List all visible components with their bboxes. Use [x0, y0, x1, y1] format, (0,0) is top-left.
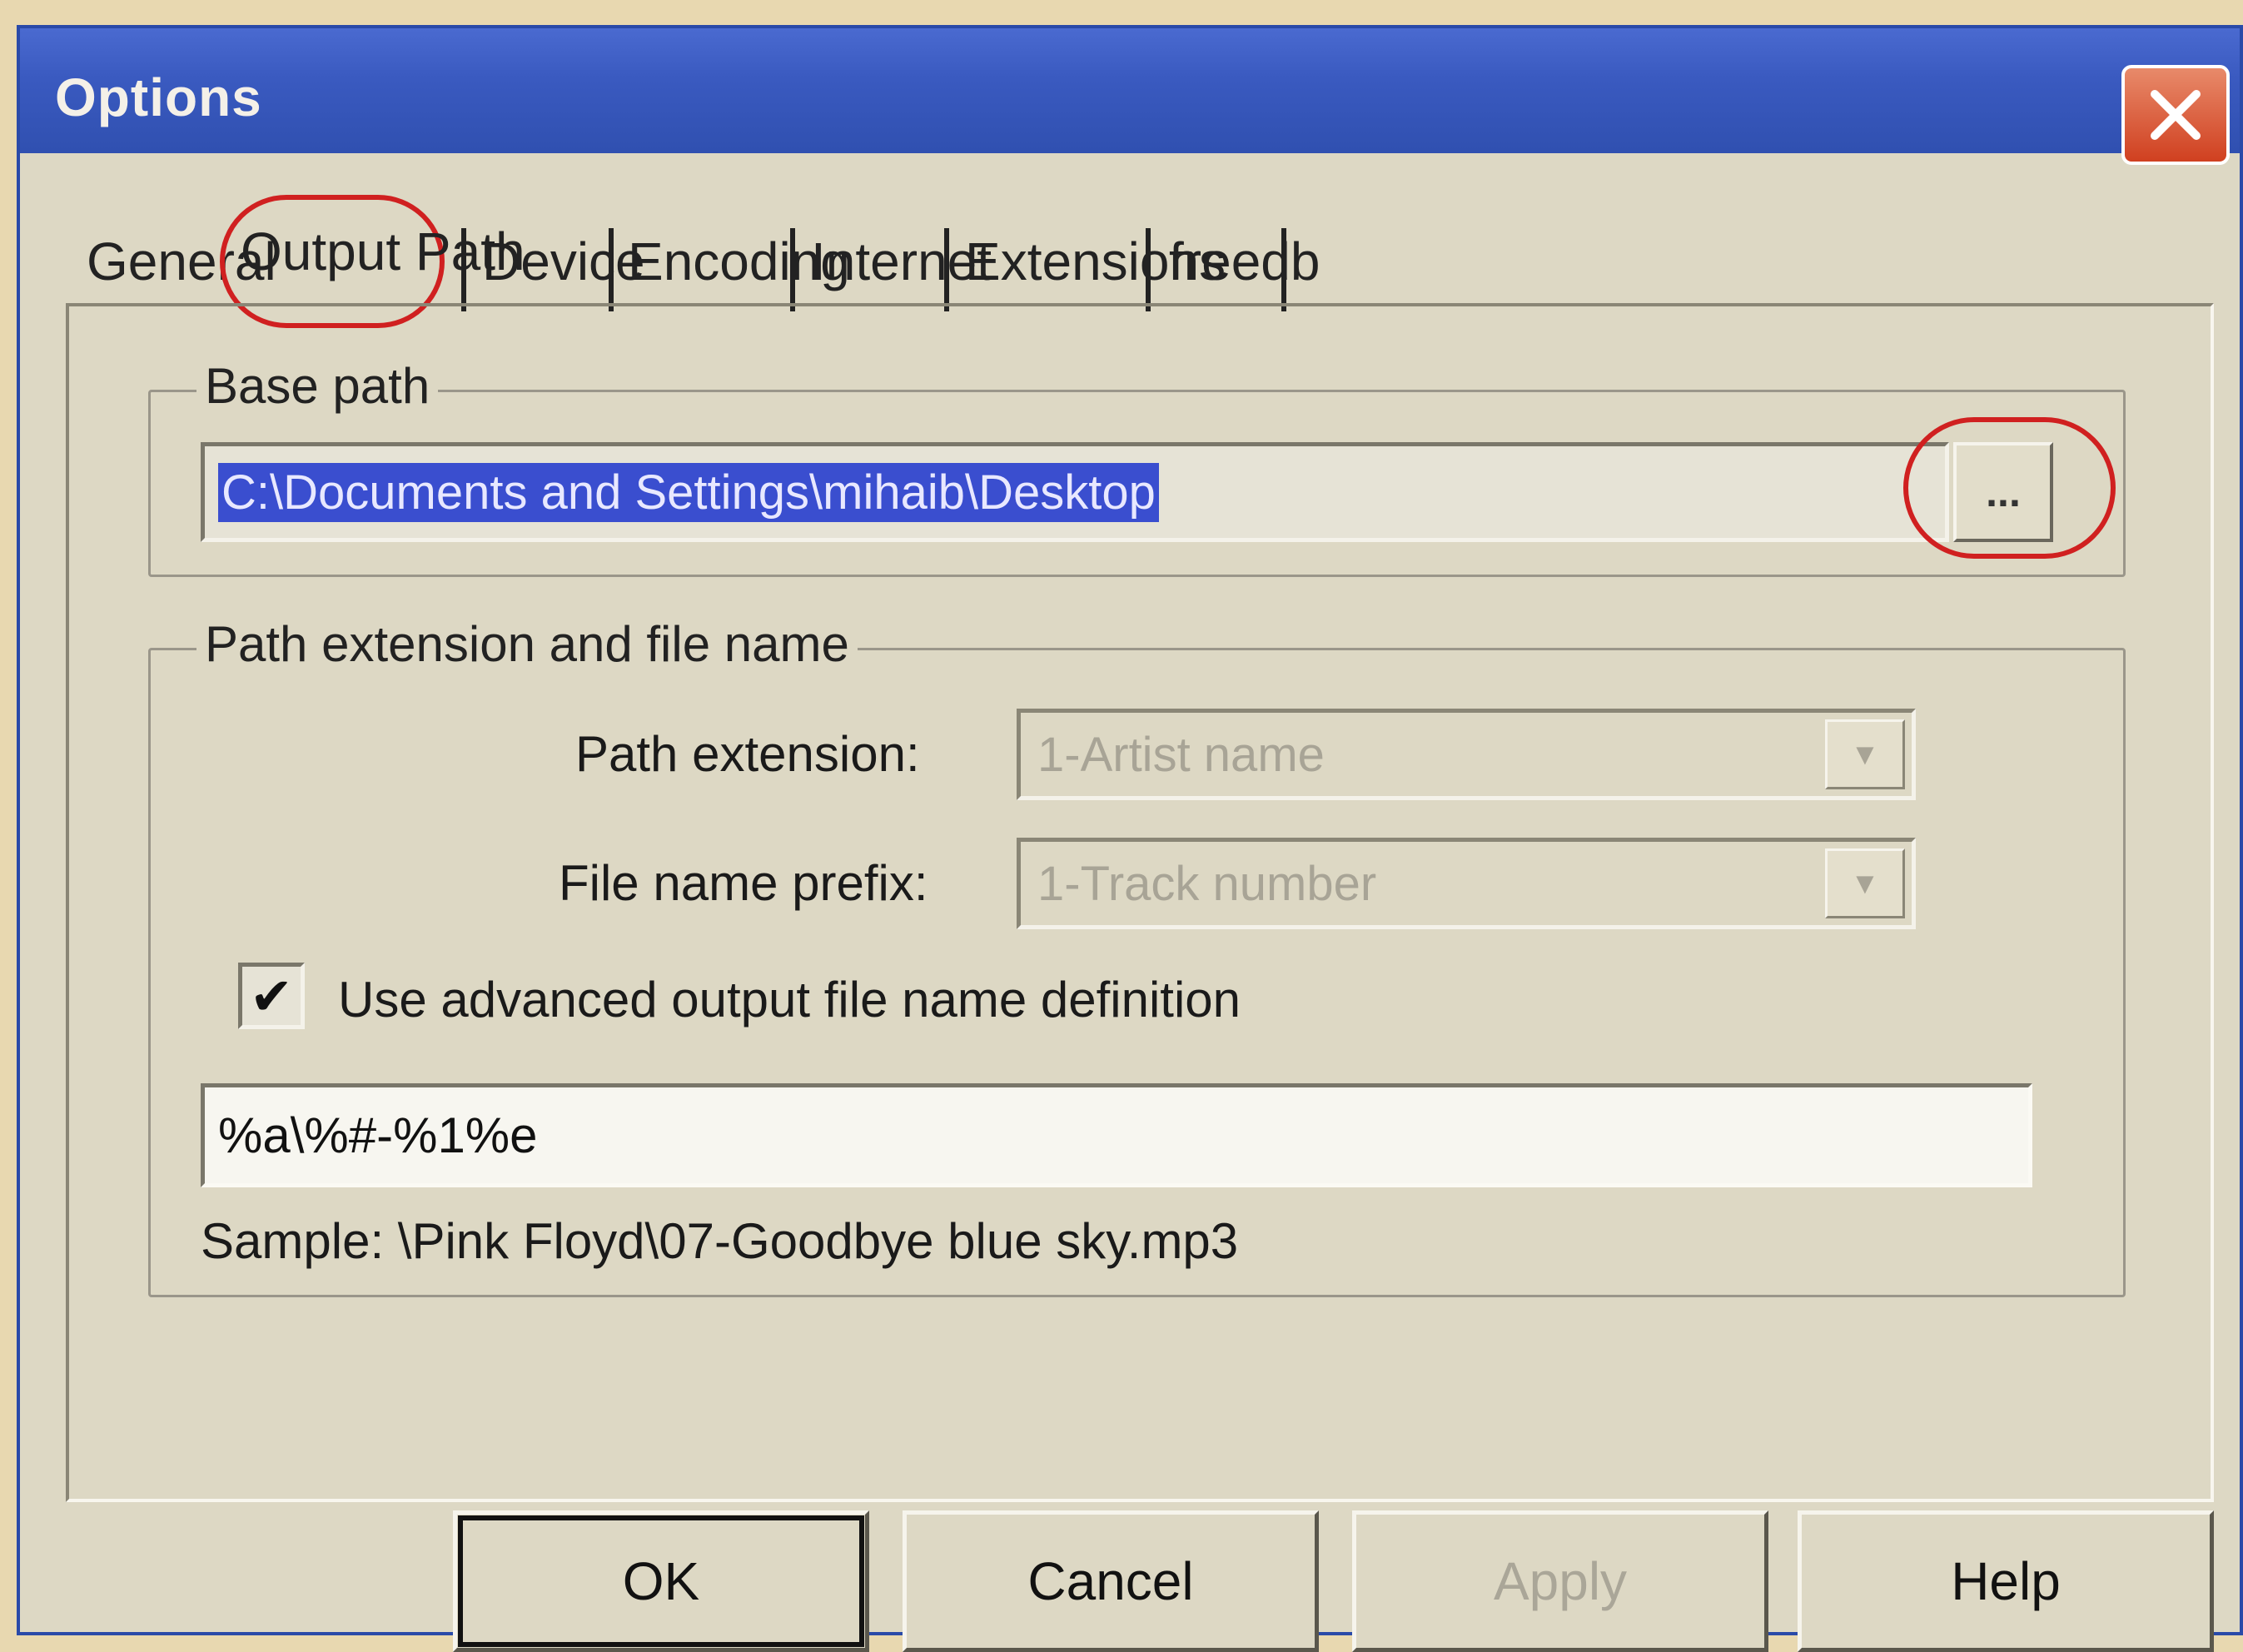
tab-separator — [1281, 228, 1286, 311]
advanced-definition-checkbox[interactable]: ✔ — [238, 963, 305, 1029]
chevron-down-icon[interactable]: ▼ — [1825, 848, 1905, 918]
help-button[interactable]: Help — [1798, 1510, 2214, 1652]
tab-panel-output-path: Base path C:\Documents and Settings\miha… — [66, 303, 2214, 1502]
advanced-definition-value: %a\%#-%1%e — [218, 1107, 538, 1163]
base-path-input[interactable]: C:\Documents and Settings\mihaib\Desktop — [201, 442, 1949, 542]
path-extension-label: Path extension: — [575, 726, 920, 782]
apply-button-label: Apply — [1493, 1551, 1628, 1611]
advanced-definition-input[interactable]: %a\%#-%1%e — [201, 1083, 2032, 1187]
ok-button[interactable]: OK — [453, 1510, 869, 1652]
base-path-group: Base path C:\Documents and Settings\miha… — [148, 357, 2126, 577]
tab-strip: General Output Path Device Encoding Inte… — [87, 195, 2156, 328]
tab-separator — [461, 228, 466, 311]
tab-separator — [790, 228, 795, 311]
tab-device[interactable]: Device — [482, 220, 645, 303]
file-name-prefix-value: 1-Track number — [1037, 856, 1377, 911]
advanced-definition-label[interactable]: Use advanced output file name definition — [338, 971, 1241, 1028]
file-name-prefix-label: File name prefix: — [559, 855, 928, 911]
checkmark-icon: ✔ — [250, 968, 293, 1026]
cancel-button[interactable]: Cancel — [903, 1510, 1319, 1652]
base-path-value: C:\Documents and Settings\mihaib\Desktop — [218, 462, 1159, 522]
apply-button[interactable]: Apply — [1352, 1510, 1768, 1652]
sample-text: Sample: \Pink Floyd\07-Goodbye blue sky.… — [201, 1213, 1239, 1269]
browse-highlight-ring — [1903, 417, 2116, 559]
tab-separator — [944, 228, 949, 311]
title-bar[interactable]: Options — [20, 28, 2240, 165]
path-extension-group-label: Path extension and file name — [196, 615, 858, 673]
path-extension-select[interactable]: 1-Artist name ▼ — [1017, 709, 1916, 800]
tab-freedb[interactable]: freedb — [1169, 220, 1320, 303]
close-button[interactable] — [2121, 65, 2230, 165]
cancel-button-label: Cancel — [1027, 1551, 1194, 1611]
tab-separator — [609, 228, 614, 311]
path-extension-group: Path extension and file name Path extens… — [148, 615, 2126, 1297]
help-button-label: Help — [1951, 1551, 2061, 1611]
options-dialog: Options General Output Path Device Encod… — [17, 25, 2243, 1652]
file-name-prefix-select[interactable]: 1-Track number ▼ — [1017, 838, 1916, 929]
close-icon — [2151, 90, 2201, 140]
base-path-group-label: Base path — [196, 357, 439, 415]
dialog-title: Options — [55, 67, 262, 127]
tab-separator — [1146, 228, 1151, 311]
chevron-down-icon[interactable]: ▼ — [1825, 719, 1905, 789]
path-extension-value: 1-Artist name — [1037, 727, 1325, 782]
ok-button-label: OK — [622, 1551, 700, 1611]
